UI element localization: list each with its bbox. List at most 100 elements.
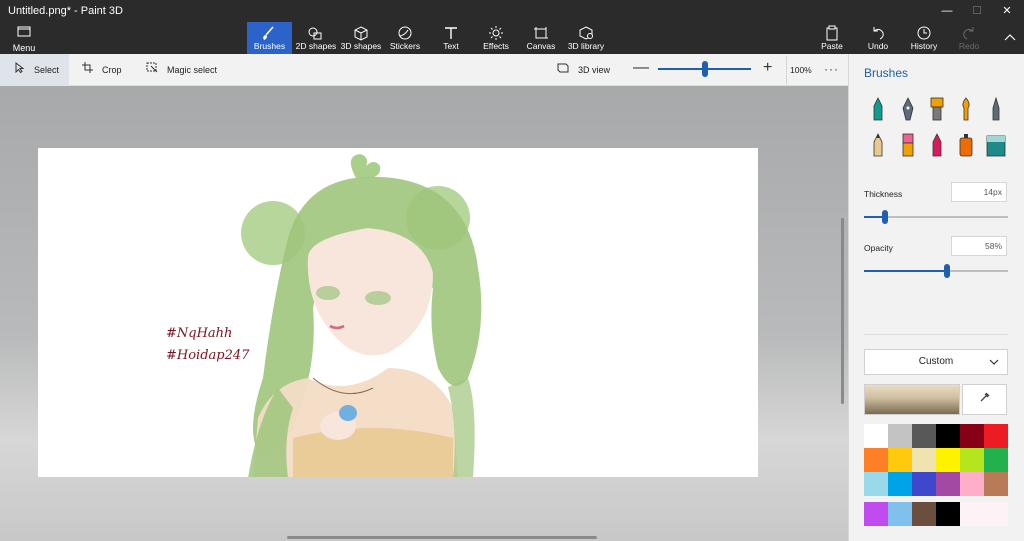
color-swatch[interactable] bbox=[984, 472, 1008, 496]
tool-3d-shapes[interactable]: 3D shapes bbox=[340, 22, 382, 54]
maximize-button[interactable]: ☐ bbox=[963, 2, 991, 20]
color-swatch[interactable] bbox=[912, 502, 936, 526]
calligraphy-pen-icon[interactable] bbox=[897, 96, 919, 124]
tool-effects[interactable]: Effects bbox=[480, 22, 512, 54]
color-mode-value: Custom bbox=[918, 356, 954, 367]
opacity-slider-thumb[interactable] bbox=[944, 264, 950, 278]
thickness-slider-thumb[interactable] bbox=[882, 210, 888, 224]
color-swatch[interactable] bbox=[864, 448, 888, 472]
canvas-icon bbox=[534, 27, 548, 39]
crop-label: Crop bbox=[102, 65, 122, 75]
title-bar: Untitled.png* - Paint 3D — ☐ ✕ Menu Brus… bbox=[0, 0, 1024, 54]
color-swatch[interactable] bbox=[912, 448, 936, 472]
canvas-text-line: #Hoidap247 bbox=[166, 348, 250, 363]
2d-shapes-icon bbox=[308, 27, 322, 40]
3d-view-label: 3D view bbox=[578, 65, 611, 75]
magic-select-label: Magic select bbox=[167, 65, 218, 75]
opacity-slider-fill bbox=[864, 270, 947, 272]
color-swatch[interactable] bbox=[984, 448, 1008, 472]
tool-label: 3D library bbox=[567, 41, 605, 51]
color-swatch[interactable] bbox=[936, 448, 960, 472]
redo-button[interactable]: Redo bbox=[956, 22, 982, 54]
tool-label: 3D shapes bbox=[340, 41, 382, 51]
color-swatch[interactable] bbox=[888, 502, 912, 526]
thickness-input[interactable]: 14px bbox=[951, 182, 1007, 202]
tool-label: 2D shapes bbox=[295, 41, 337, 51]
menu-button[interactable]: Menu bbox=[6, 24, 42, 53]
magic-select-button[interactable]: Magic select bbox=[145, 54, 217, 86]
zoom-percent[interactable]: 100% bbox=[790, 65, 812, 75]
pixel-pen-icon[interactable] bbox=[985, 96, 1007, 124]
color-swatch[interactable] bbox=[960, 424, 984, 448]
history-button[interactable]: History bbox=[908, 22, 940, 54]
select-button[interactable]: Select bbox=[0, 54, 69, 86]
thickness-label: Thickness bbox=[864, 189, 903, 199]
tool-brushes[interactable]: Brushes bbox=[247, 22, 292, 54]
tool-canvas[interactable]: Canvas bbox=[524, 22, 558, 54]
color-swatch[interactable] bbox=[864, 502, 888, 526]
effects-icon bbox=[489, 26, 503, 40]
zoom-out-button[interactable]: — bbox=[633, 60, 649, 76]
zoom-in-button[interactable]: + bbox=[763, 60, 772, 76]
tool-label: Effects bbox=[483, 41, 509, 51]
color-swatch[interactable] bbox=[936, 502, 960, 526]
color-swatch[interactable] bbox=[888, 472, 912, 496]
paste-button[interactable]: Paste bbox=[818, 22, 846, 54]
color-swatch[interactable] bbox=[984, 502, 1008, 526]
anime-girl-drawing bbox=[241, 154, 482, 477]
marker-icon[interactable] bbox=[867, 96, 889, 124]
watercolor-icon[interactable] bbox=[955, 96, 977, 124]
tool-stickers[interactable]: Stickers bbox=[386, 22, 424, 54]
color-swatch[interactable] bbox=[984, 424, 1008, 448]
more-options-button[interactable]: ··· bbox=[824, 62, 839, 76]
stickers-icon bbox=[398, 26, 412, 40]
opacity-input[interactable]: 58% bbox=[951, 236, 1007, 256]
action-label: Undo bbox=[867, 41, 889, 51]
eyedropper-button[interactable] bbox=[962, 384, 1007, 415]
minimize-button[interactable]: — bbox=[933, 2, 961, 20]
3d-view-button[interactable]: 3D view bbox=[556, 54, 610, 86]
paste-icon bbox=[826, 25, 838, 41]
oil-brush-icon[interactable] bbox=[926, 96, 948, 124]
tool-text[interactable]: Text bbox=[434, 22, 468, 54]
color-swatch[interactable] bbox=[864, 472, 888, 496]
menu-label: Menu bbox=[12, 43, 36, 53]
3d-library-icon bbox=[579, 26, 593, 40]
drawing-canvas[interactable]: #NqHahh #Hoidap247 bbox=[38, 148, 758, 477]
spray-can-icon[interactable] bbox=[955, 132, 977, 160]
collapse-ribbon-icon[interactable] bbox=[1004, 30, 1016, 44]
undo-button[interactable]: Undo bbox=[864, 22, 892, 54]
tool-label: Stickers bbox=[389, 41, 421, 51]
tool-label: Text bbox=[443, 41, 459, 51]
crayon-icon[interactable] bbox=[926, 132, 948, 160]
tool-2d-shapes[interactable]: 2D shapes bbox=[294, 22, 338, 54]
action-label: Redo bbox=[958, 41, 980, 51]
eraser-icon[interactable] bbox=[897, 132, 919, 160]
horizontal-scrollbar[interactable] bbox=[287, 536, 597, 539]
color-swatch[interactable] bbox=[912, 472, 936, 496]
color-swatch[interactable] bbox=[864, 424, 888, 448]
3d-shapes-icon bbox=[354, 26, 368, 41]
redo-icon bbox=[963, 27, 974, 40]
fill-icon[interactable] bbox=[985, 132, 1007, 160]
color-swatch[interactable] bbox=[888, 448, 912, 472]
color-swatch[interactable] bbox=[960, 448, 984, 472]
color-swatch[interactable] bbox=[960, 502, 984, 526]
zoom-slider-thumb[interactable] bbox=[702, 61, 708, 77]
color-swatch[interactable] bbox=[960, 472, 984, 496]
color-swatch[interactable] bbox=[936, 472, 960, 496]
brush-icon bbox=[263, 26, 274, 40]
tool-3d-library[interactable]: 3D library bbox=[566, 22, 606, 54]
close-button[interactable]: ✕ bbox=[993, 2, 1021, 20]
color-mode-dropdown[interactable]: Custom bbox=[864, 349, 1008, 375]
color-swatch[interactable] bbox=[888, 424, 912, 448]
current-color-swatch[interactable] bbox=[864, 384, 960, 415]
panel-divider bbox=[864, 334, 1008, 335]
color-swatch[interactable] bbox=[936, 424, 960, 448]
eyedropper-icon bbox=[980, 392, 989, 402]
menu-folder-icon bbox=[17, 26, 31, 37]
vertical-scrollbar[interactable] bbox=[841, 218, 844, 404]
pencil-icon[interactable] bbox=[867, 132, 889, 160]
crop-button[interactable]: Crop bbox=[80, 54, 122, 86]
color-swatch[interactable] bbox=[912, 424, 936, 448]
